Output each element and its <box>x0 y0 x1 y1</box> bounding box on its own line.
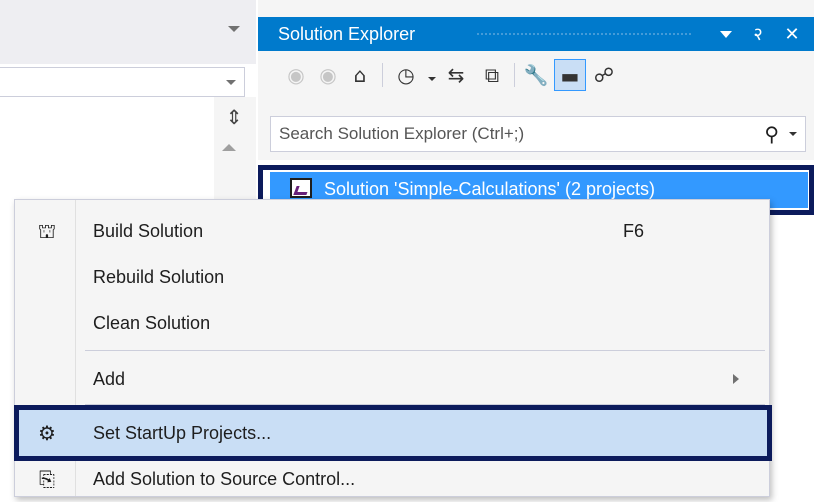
editor-navigation-combo[interactable] <box>0 67 245 97</box>
gear-icon: ⚙ <box>38 423 56 445</box>
title-drag-grip[interactable] <box>476 32 692 36</box>
editor-dropdown-arrow-icon[interactable] <box>228 26 240 32</box>
toolbar-separator <box>382 63 383 87</box>
menu-item-set-startup-projects[interactable]: ⚙ Set StartUp Projects... <box>15 410 769 456</box>
back-icon[interactable]: ◉ <box>280 59 312 91</box>
search-options-dropdown-icon[interactable] <box>789 132 797 136</box>
menu-item-shortcut: F6 <box>623 221 645 241</box>
search-input[interactable]: Search Solution Explorer (Ctrl+;) ⚲ <box>270 116 806 152</box>
add-source-control-icon: ⎘ <box>39 469 55 491</box>
home-icon[interactable]: ⌂ <box>344 59 376 91</box>
menu-item-label: Clean Solution <box>93 313 211 333</box>
menu-item-add-solution-to-source-control[interactable]: ⎘ Add Solution to Source Control... <box>15 456 769 502</box>
menu-item-label: Build Solution <box>93 221 204 241</box>
menu-item-label: Add Solution to Source Control... <box>93 469 356 489</box>
solution-explorer-toolbar: ◉ ◉ ⌂ ◷ ⇆ ⧉ 🔧 ▬ ☍ <box>258 51 814 99</box>
context-menu: ⛫ Build Solution F6 Rebuild Solution Cle… <box>14 199 770 497</box>
split-handle-icon[interactable]: ⇕ <box>222 104 246 130</box>
solution-icon <box>290 178 312 198</box>
submenu-arrow-icon <box>733 374 739 384</box>
preview-icon[interactable]: ▬ <box>554 59 586 91</box>
properties-icon[interactable]: 🔧 <box>520 59 552 91</box>
menu-item-clean-solution[interactable]: Clean Solution <box>15 300 769 346</box>
menu-item-build-solution[interactable]: ⛫ Build Solution F6 <box>15 208 769 254</box>
menu-separator <box>85 404 765 405</box>
solution-explorer-title-bar: Solution Explorer २ ✕ <box>258 17 814 51</box>
window-position-dropdown-icon[interactable] <box>720 31 732 38</box>
menu-item-rebuild-solution[interactable]: Rebuild Solution <box>15 254 769 300</box>
collapse-icon[interactable]: ⧉ <box>476 59 508 91</box>
search-icon[interactable]: ⚲ <box>764 119 779 149</box>
class-view-icon[interactable]: ☍ <box>588 59 620 91</box>
history-icon[interactable]: ◷ <box>390 59 422 91</box>
menu-item-label: Set StartUp Projects... <box>93 423 272 443</box>
menu-separator <box>85 350 765 351</box>
chevron-down-icon[interactable] <box>226 80 236 85</box>
panel-title: Solution Explorer <box>278 24 416 44</box>
close-icon[interactable]: ✕ <box>780 17 804 51</box>
toolbar-separator <box>514 63 515 87</box>
build-icon: ⛫ <box>37 221 57 243</box>
menu-item-label: Rebuild Solution <box>93 267 225 287</box>
pin-icon[interactable]: २ <box>746 17 770 51</box>
forward-icon[interactable]: ◉ <box>312 59 344 91</box>
editor-header <box>0 0 256 64</box>
menu-item-add[interactable]: Add <box>15 356 769 402</box>
menu-item-label: Add <box>93 369 126 389</box>
search-placeholder: Search Solution Explorer (Ctrl+;) <box>279 124 525 143</box>
sync-icon[interactable]: ⇆ <box>440 59 472 91</box>
history-dropdown-icon[interactable] <box>428 77 436 81</box>
scroll-up-icon[interactable] <box>222 144 236 151</box>
